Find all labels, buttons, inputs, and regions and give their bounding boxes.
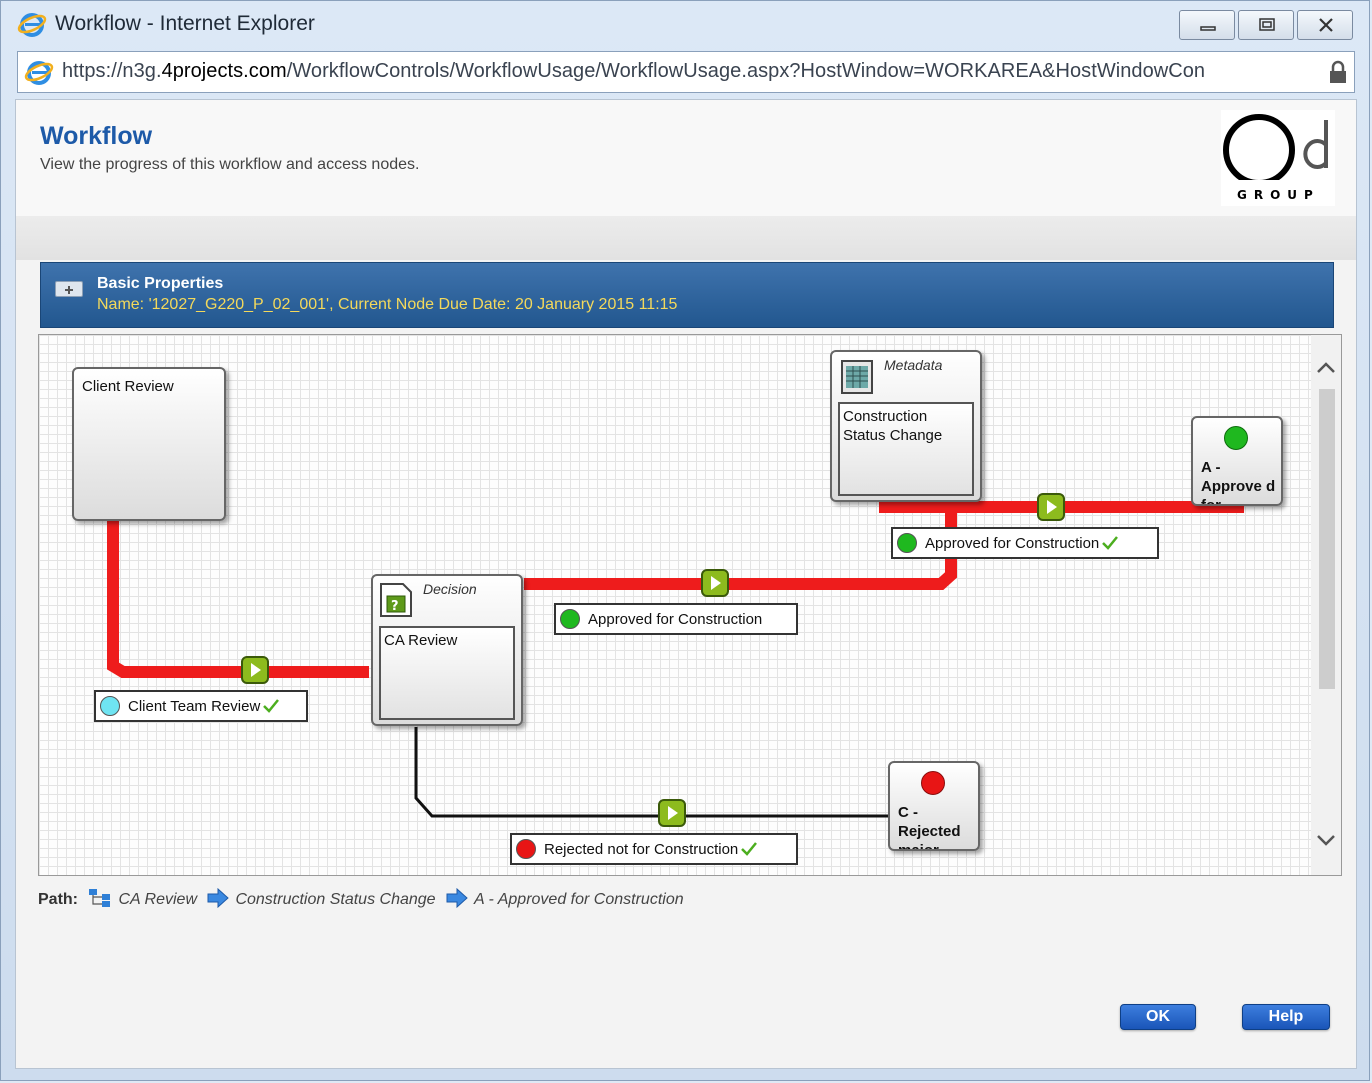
checkmark-icon xyxy=(263,699,280,713)
close-icon xyxy=(1319,18,1333,32)
transition-client-team-review[interactable]: Client Team Review xyxy=(94,690,308,722)
path-label: Path: xyxy=(38,891,78,908)
minimize-button[interactable] xyxy=(1179,10,1235,40)
transition-approved-from-ca[interactable]: Approved for Construction xyxy=(554,603,798,635)
path-step: CA Review xyxy=(118,891,197,908)
node-inner-box: CA Review xyxy=(379,626,515,720)
node-construction-status-change[interactable]: Metadata Construction Status Change xyxy=(830,350,982,502)
browser-window: Workflow - Internet Explorer https://n3g… xyxy=(0,0,1370,1081)
help-button[interactable]: Help xyxy=(1242,1004,1330,1030)
status-red-icon xyxy=(516,839,536,859)
play-icon[interactable] xyxy=(658,799,686,827)
header-strip xyxy=(16,216,1356,260)
transition-approved-from-metadata[interactable]: Approved for Construction xyxy=(891,527,1159,559)
window-title: Workflow - Internet Explorer xyxy=(55,12,315,35)
status-green-icon xyxy=(560,609,580,629)
close-button[interactable] xyxy=(1297,10,1353,40)
node-title: CA Review xyxy=(384,632,458,649)
transition-rejected[interactable]: Rejected not for Construction xyxy=(510,833,798,865)
page-subtitle: View the progress of this workflow and a… xyxy=(40,156,420,173)
arrow-right-icon xyxy=(207,887,230,909)
status-green-icon xyxy=(1224,426,1248,450)
vertical-scrollbar[interactable] xyxy=(1311,335,1341,875)
node-title: C - Rejected major xyxy=(898,804,961,851)
address-bar[interactable]: https://n3g.4projects.com/WorkflowContro… xyxy=(17,51,1355,93)
chevron-up-icon[interactable] xyxy=(1315,357,1337,379)
properties-details: Name: '12027_G220_P_02_001', Current Nod… xyxy=(97,296,678,313)
internet-explorer-icon xyxy=(17,9,47,39)
connector-ca-to-rejected xyxy=(414,727,889,818)
transition-label: Rejected not for Construction xyxy=(544,841,739,858)
chevron-down-icon[interactable] xyxy=(1315,829,1337,851)
arrow-right-icon xyxy=(446,887,468,909)
restore-icon xyxy=(1259,18,1275,31)
status-red-icon xyxy=(921,771,945,795)
workflow-path: Path: CA Review Construction Status Chan… xyxy=(38,887,684,909)
dialog-content: Workflow View the progress of this workf… xyxy=(15,99,1357,1069)
play-icon[interactable] xyxy=(241,656,269,684)
node-title: Construction Status Change xyxy=(843,408,943,444)
internet-explorer-icon xyxy=(24,57,54,87)
minimize-icon xyxy=(1200,26,1216,31)
svg-text:?: ? xyxy=(391,599,399,614)
od-group-logo: GROUP xyxy=(1221,110,1335,206)
workflow-diagram: Client Review ? Decision CA Review Metad… xyxy=(38,334,1342,876)
play-icon[interactable] xyxy=(1037,493,1065,521)
metadata-icon xyxy=(840,359,874,395)
transition-label: Approved for Construction xyxy=(925,535,1100,552)
connector-ca-to-metadata xyxy=(524,511,957,590)
page-title: Workflow xyxy=(40,122,153,150)
transition-label: Client Team Review xyxy=(128,698,261,715)
node-approved-end[interactable]: A - Approve d for xyxy=(1191,416,1283,506)
expand-properties-button[interactable] xyxy=(55,281,83,297)
basic-properties-panel: Basic Properties Name: '12027_G220_P_02_… xyxy=(40,262,1334,328)
node-type-label: Metadata xyxy=(884,357,943,373)
properties-title: Basic Properties xyxy=(97,275,224,292)
node-ca-review[interactable]: ? Decision CA Review xyxy=(371,574,523,726)
play-icon[interactable] xyxy=(701,569,729,597)
scrollbar-thumb[interactable] xyxy=(1319,389,1335,689)
node-title: A - Approve d for xyxy=(1201,459,1276,506)
status-cyan-icon xyxy=(100,696,120,716)
node-title: Client Review xyxy=(82,378,174,395)
url-prefix: https://n3g. xyxy=(62,60,162,82)
node-type-label: Decision xyxy=(423,581,477,597)
connector-client-to-ca xyxy=(107,520,369,678)
node-rejected-end[interactable]: C - Rejected major xyxy=(888,761,980,851)
od-logo-mark xyxy=(1223,114,1328,186)
lock-icon[interactable] xyxy=(1328,60,1348,84)
transition-label: Approved for Construction xyxy=(588,611,763,628)
path-step: A - Approved for Construction xyxy=(474,891,684,908)
node-client-review[interactable]: Client Review xyxy=(72,367,226,521)
checkmark-icon xyxy=(741,842,758,856)
status-green-icon xyxy=(897,533,917,553)
logo-text: GROUP xyxy=(1237,188,1320,202)
url-domain: 4projects.com xyxy=(161,60,287,82)
url-text[interactable]: https://n3g.4projects.com/WorkflowContro… xyxy=(62,60,1205,83)
workflow-tree-icon xyxy=(89,889,111,907)
ok-button[interactable]: OK xyxy=(1120,1004,1196,1030)
plus-icon xyxy=(65,286,73,294)
path-step: Construction Status Change xyxy=(235,891,436,908)
node-inner-box: Construction Status Change xyxy=(838,402,974,496)
dialog-header: Workflow View the progress of this workf… xyxy=(16,100,1356,216)
decision-icon: ? xyxy=(379,582,413,618)
title-bar: Workflow - Internet Explorer xyxy=(1,1,1369,49)
url-path: /WorkflowControls/WorkflowUsage/Workflow… xyxy=(286,60,1206,82)
restore-button[interactable] xyxy=(1238,10,1294,40)
checkmark-icon xyxy=(1102,536,1119,550)
